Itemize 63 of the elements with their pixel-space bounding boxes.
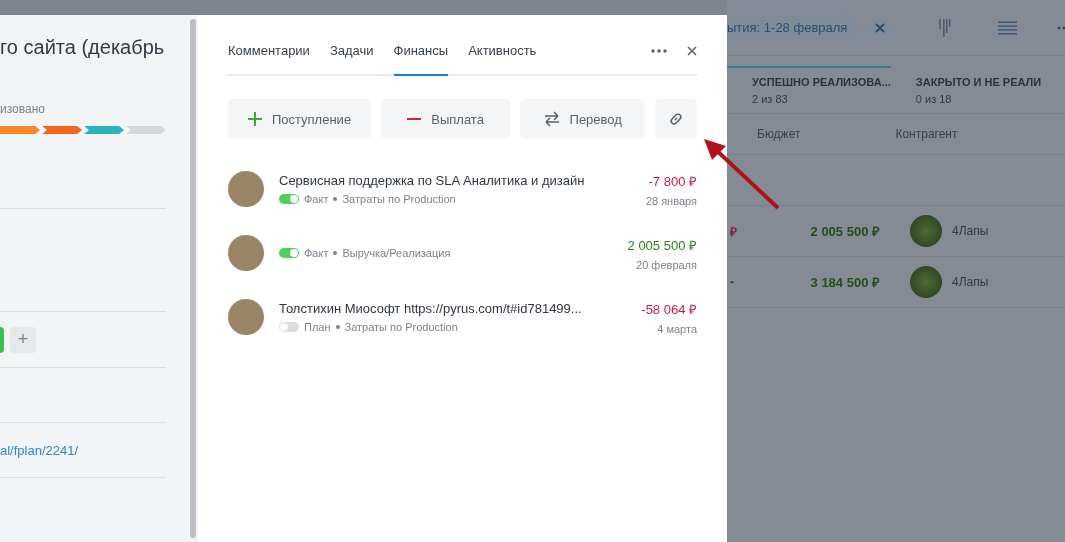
separator-dot <box>333 251 338 255</box>
stage-tab[interactable]: УСПЕШНО РЕАЛИЗОВА... 2 из 83 <box>727 66 891 113</box>
menu-icon[interactable] <box>997 20 1018 35</box>
stage-tab[interactable]: ЗАКРЫТО И НЕ РЕАЛИ 0 из 18 <box>890 66 1065 113</box>
amount: 2 005 500 ₽ <box>627 236 697 254</box>
stage-name: ЗАКРЫТО И НЕ РЕАЛИ <box>915 76 1043 88</box>
transfer-button[interactable]: Перевод <box>520 99 646 139</box>
scrollbar[interactable] <box>190 19 196 538</box>
link-icon <box>668 111 685 127</box>
link-button[interactable] <box>655 99 697 139</box>
date: 4 марта <box>657 322 697 335</box>
deal-title: го сайта (декабрь <box>0 36 166 59</box>
toggle[interactable] <box>279 194 299 204</box>
photo-placeholder <box>910 215 942 247</box>
link[interactable]: al/fplan/2241/ <box>0 442 79 458</box>
date: 28 января <box>645 194 697 207</box>
transaction-title: Сервисная поддержка по SLA Аналитика и дизайн <box>279 173 586 188</box>
toggle[interactable] <box>279 248 299 258</box>
more-icon[interactable] <box>651 48 667 53</box>
column-header: Бюджет <box>757 127 801 141</box>
stage-label: изовано <box>0 102 46 116</box>
separator-dot <box>333 197 338 201</box>
category-label: Выручка/Реализация <box>342 247 451 259</box>
close-icon[interactable] <box>687 45 697 56</box>
tag-chip <box>0 326 4 353</box>
date: 20 февраля <box>636 258 697 271</box>
transfer-icon <box>543 111 560 127</box>
clear-filter-button[interactable] <box>867 14 893 41</box>
stage-count: 2 из 83 <box>752 93 789 105</box>
column-header: Контрагент <box>895 127 958 141</box>
status-label: Факт <box>304 193 329 205</box>
table-cell-text: ₽ <box>729 223 738 240</box>
counterparty-cell: 4Лапы <box>952 275 989 289</box>
tab[interactable]: Финансы <box>393 15 449 76</box>
budget-cell-text: 3 184 500 ₽ <box>809 274 880 291</box>
budget-cell-text: 2 005 500 ₽ <box>809 223 880 240</box>
photo-placeholder <box>910 266 942 298</box>
table-cell-text: - <box>729 275 735 289</box>
category-label: Затраты по Production <box>344 321 458 333</box>
photo-placeholder <box>228 171 264 207</box>
photo-placeholder <box>228 299 264 335</box>
status-label: Факт <box>304 247 329 259</box>
income-button[interactable]: Поступление <box>228 99 371 139</box>
plus-icon <box>247 112 262 126</box>
stage-name: УСПЕШНО РЕАЛИЗОВА... <box>752 76 891 88</box>
tab[interactable]: Комментарии <box>228 15 310 76</box>
amount: -58 064 ₽ <box>641 300 697 318</box>
tab[interactable]: Активность <box>468 15 537 76</box>
separator-dot <box>335 325 340 329</box>
transaction-title: Толстихин Миософт https://pyrus.com/t#id781499... <box>279 301 583 316</box>
more-icon[interactable] <box>1057 25 1065 30</box>
toggle[interactable] <box>279 322 299 332</box>
add-tag-button[interactable]: + <box>10 326 36 353</box>
counterparty-cell: 4Лапы <box>952 224 989 238</box>
amount: -7 800 ₽ <box>648 172 697 190</box>
photo-placeholder <box>228 235 264 271</box>
stage-count: 0 из 18 <box>915 93 953 105</box>
close-icon <box>875 22 886 33</box>
category-label: Затраты по Production <box>342 193 456 205</box>
columns-icon[interactable] <box>937 16 952 39</box>
payout-button[interactable]: Выплата <box>381 99 511 139</box>
status-label: План <box>304 321 331 333</box>
tab[interactable]: Задачи <box>329 15 374 76</box>
